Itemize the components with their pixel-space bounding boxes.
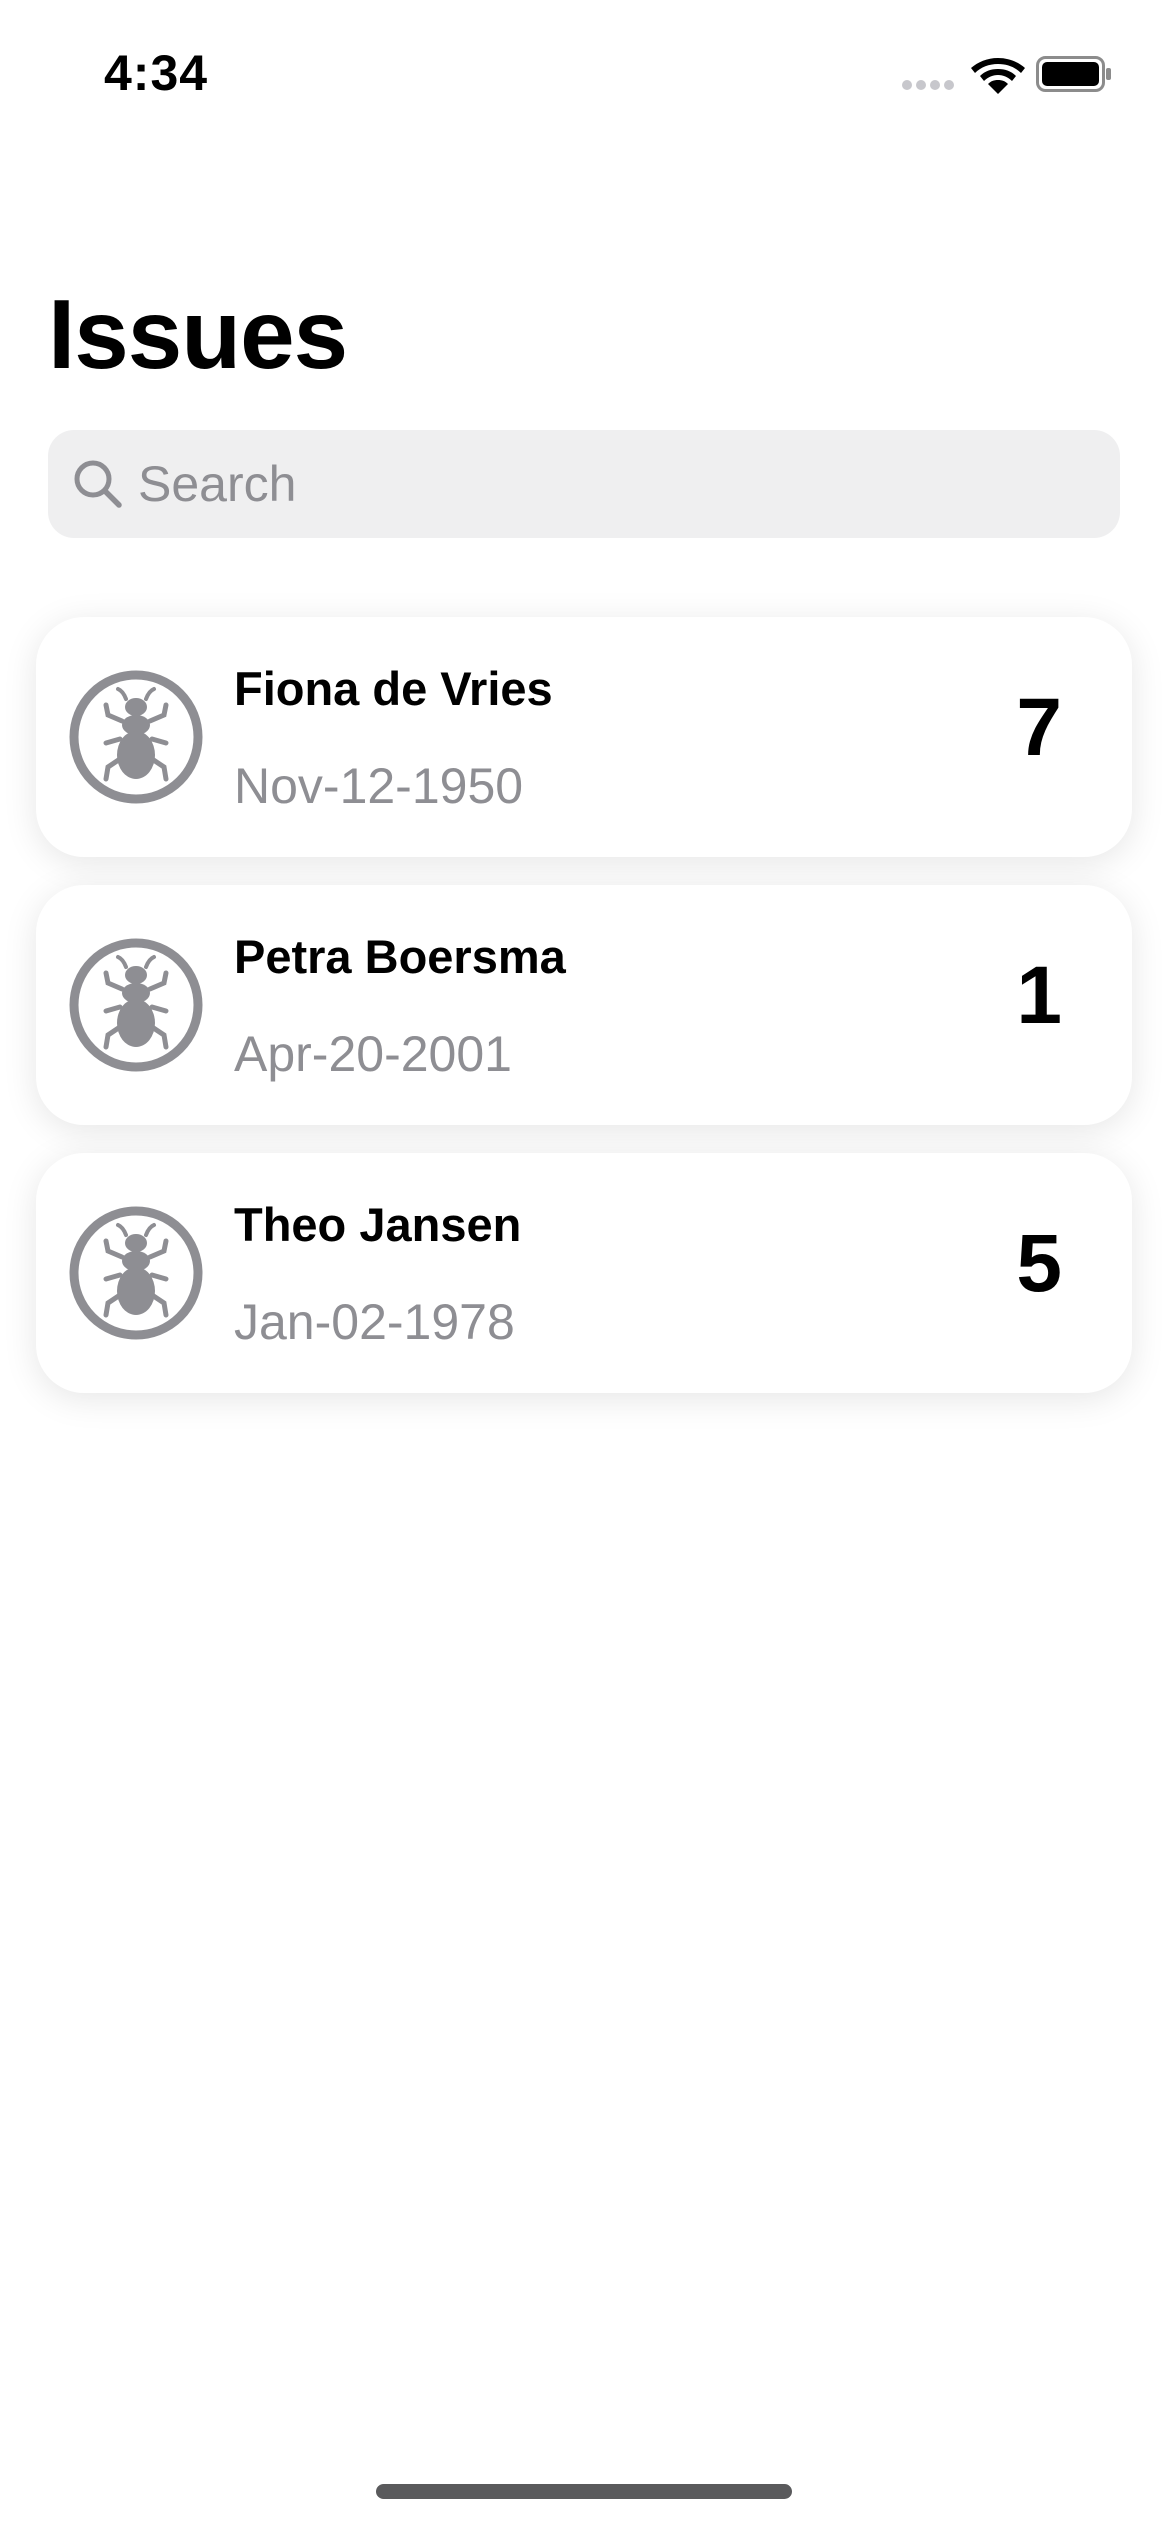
search-bar[interactable]: [48, 430, 1120, 538]
magnifying-glass-icon: [74, 460, 122, 508]
status-bar: 4:34: [0, 0, 1170, 140]
issue-name: Theo Jansen: [234, 1198, 522, 1251]
wifi-icon: [971, 58, 1025, 94]
ant-icon: [69, 670, 203, 804]
ant-icon: [69, 1206, 203, 1340]
issue-card[interactable]: Theo Jansen Jan-02-1978 5: [36, 1153, 1132, 1393]
issue-card[interactable]: Fiona de Vries Nov-12-1950 7: [36, 617, 1132, 857]
issue-card[interactable]: Petra Boersma Apr-20-2001 1: [36, 885, 1132, 1125]
issue-name: Fiona de Vries: [234, 662, 553, 715]
issue-date: Nov-12-1950: [234, 758, 524, 814]
issue-date: Apr-20-2001: [234, 1026, 512, 1082]
ant-icon: [69, 938, 203, 1072]
page-title: Issues: [48, 279, 348, 389]
issues-screen: 4:34 Issues Search Fiona de Vries Nov-12…: [0, 0, 1170, 2532]
search-input[interactable]: [138, 430, 1098, 538]
issue-name: Petra Boersma: [234, 930, 566, 983]
issue-count: 5: [1016, 1218, 1062, 1309]
issue-count: 1: [1016, 950, 1062, 1041]
home-indicator[interactable]: [376, 2484, 792, 2499]
cellular-signal-icon: [902, 78, 956, 92]
status-time: 4:34: [104, 45, 209, 101]
issue-count: 7: [1016, 682, 1062, 773]
battery-icon: [1036, 56, 1111, 92]
issue-date: Jan-02-1978: [234, 1294, 515, 1350]
